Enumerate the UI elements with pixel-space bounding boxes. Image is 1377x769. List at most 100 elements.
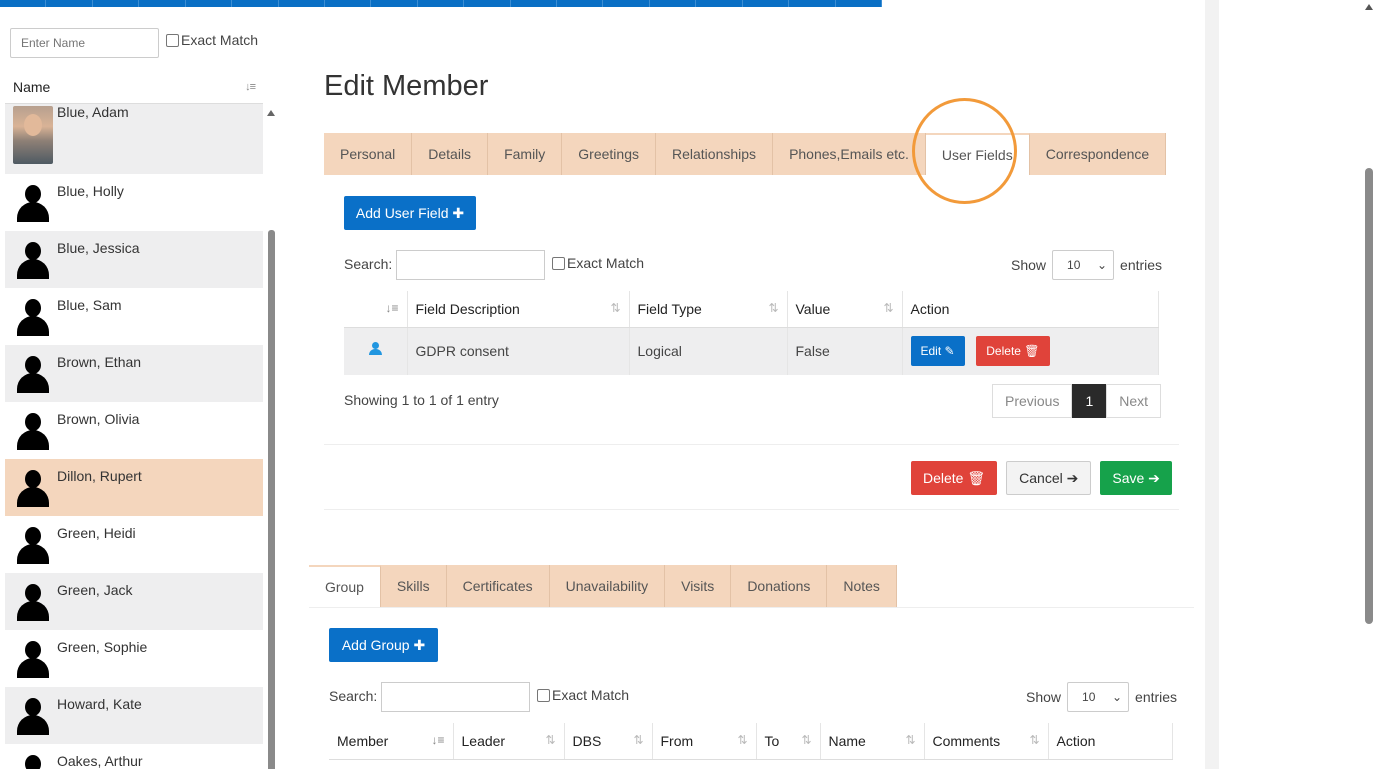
field-description-header[interactable]: Field Description ⇅ (407, 291, 630, 328)
delete-row-button[interactable]: Delete 🗑 (976, 336, 1050, 367)
sort-icon: ⇅ (768, 301, 779, 315)
list-item[interactable]: Brown, Olivia (5, 402, 263, 459)
edit-icon: ✎ (944, 344, 955, 359)
group-col-action-header: Action (1048, 723, 1173, 760)
column-label: Name (828, 732, 866, 749)
user-fields-search-input[interactable] (396, 250, 545, 280)
tab-skills[interactable]: Skills (380, 565, 447, 607)
tab-relationships[interactable]: Relationships (656, 133, 774, 175)
group-search-label: Search: (329, 688, 378, 704)
list-item[interactable]: Blue, Sam (5, 288, 263, 345)
delete-member-button[interactable]: Delete 🗑 (911, 461, 998, 495)
entries-length-control: Show 10 ⌄ entries (1011, 250, 1162, 280)
entries-select-value: 10 (1067, 258, 1081, 272)
person-silhouette-icon (13, 240, 53, 280)
show-label: Show (1011, 257, 1047, 273)
group-search-input[interactable] (381, 682, 530, 712)
next-page-button[interactable]: Next (1106, 384, 1162, 418)
page-1-button[interactable]: 1 (1072, 384, 1107, 418)
tab-correspondence[interactable]: Correspondence (1029, 133, 1167, 175)
list-item[interactable]: Blue, Adam (5, 104, 263, 174)
member-name: Brown, Olivia (57, 411, 140, 427)
tab-details[interactable]: Details (412, 133, 489, 175)
list-item[interactable]: Blue, Holly (5, 174, 263, 231)
field-type-header[interactable]: Field Type ⇅ (629, 291, 788, 328)
list-item[interactable]: Blue, Jessica (5, 231, 263, 288)
edit-button[interactable]: Edit ✎ (910, 336, 965, 367)
list-item[interactable]: Oakes, Arthur (5, 744, 263, 769)
tab-phones-emails-etc[interactable]: Phones,Emails etc. (773, 133, 926, 175)
left-exact-match-checkbox[interactable]: Exact Match (166, 32, 258, 48)
tab-visits[interactable]: Visits (665, 565, 732, 607)
tab-certificates[interactable]: Certificates (446, 565, 550, 607)
previous-page-button[interactable]: Previous (992, 384, 1073, 418)
table-header-row: ↓≡ Field Description ⇅ Field Type ⇅ Value ⇅… (344, 291, 1159, 328)
sort-icon: ⇅ (737, 733, 748, 747)
tab-donations[interactable]: Donations (731, 565, 828, 607)
entries-select[interactable]: 10 ⌄ (1052, 250, 1115, 280)
exact-match-label: Exact Match (567, 255, 645, 271)
list-item[interactable]: Green, Jack (5, 573, 263, 630)
scrollbar-thumb[interactable] (268, 230, 275, 769)
entries-label: entries (1135, 689, 1178, 705)
sort-asc-icon[interactable]: ↓≡ (245, 81, 256, 93)
column-label: To (764, 732, 780, 749)
checkbox-box[interactable] (552, 256, 565, 270)
list-item[interactable]: Brown, Ethan (5, 345, 263, 402)
person-silhouette-icon (13, 183, 53, 223)
tab-notes[interactable]: Notes (827, 565, 897, 607)
table-header-row: Member ↓≡ Leader ⇅ DBS ⇅ From ⇅ To ⇅ Name ⇅ Comments… (329, 723, 1173, 760)
name-search-input[interactable] (10, 28, 159, 58)
list-item[interactable]: Green, Sophie (5, 630, 263, 687)
member-name: Brown, Ethan (57, 354, 142, 370)
tab-group[interactable]: Group (309, 565, 381, 607)
person-silhouette-icon (13, 525, 53, 565)
name-column-header[interactable]: Name ↓≡ (5, 70, 263, 104)
tab-greetings[interactable]: Greetings (562, 133, 656, 175)
value-header[interactable]: Value ⇅ (787, 291, 903, 328)
sort-icon: ⇅ (545, 733, 556, 747)
page-scrollbar-thumb[interactable] (1365, 168, 1373, 624)
add-user-field-button[interactable]: Add User Field ✚ (344, 196, 476, 230)
tab-personal[interactable]: Personal (324, 133, 413, 175)
entries-label: entries (1120, 257, 1163, 273)
cancel-button[interactable]: Cancel ➔ (1006, 461, 1092, 495)
plus-icon: ✚ (452, 204, 465, 221)
tab-family[interactable]: Family (488, 133, 563, 175)
member-list-scrollbar[interactable] (264, 104, 278, 769)
icon-column-header[interactable]: ↓≡ (344, 291, 408, 328)
checkbox-box[interactable] (537, 688, 550, 702)
scroll-up-arrow-icon[interactable] (267, 110, 275, 116)
save-label: Save (1112, 470, 1145, 486)
user-fields-exact-match-checkbox[interactable]: Exact Match (552, 255, 644, 271)
page-scroll-up-icon[interactable] (1365, 4, 1373, 10)
checkbox-box[interactable] (166, 33, 179, 47)
group-col-member-header[interactable]: Member ↓≡ (329, 723, 454, 760)
save-button[interactable]: Save ➔ (1100, 461, 1172, 495)
group-entries-length-control: Show 10 ⌄ entries (1026, 682, 1177, 712)
add-group-button[interactable]: Add Group ✚ (329, 628, 438, 662)
list-item[interactable]: Howard, Kate (5, 687, 263, 744)
group-table: Member ↓≡ Leader ⇅ DBS ⇅ From ⇅ To ⇅ Name ⇅ Comments… (329, 723, 1173, 760)
group-col-name-header[interactable]: Name ⇅ (820, 723, 925, 760)
member-name: Blue, Holly (57, 183, 124, 199)
group-exact-match-checkbox[interactable]: Exact Match (537, 687, 629, 703)
group-tabs: Group Skills Certificates Unavailability Vis… (309, 565, 897, 607)
tab-unavailability[interactable]: Unavailability (549, 565, 666, 607)
sort-icon: ⇅ (633, 733, 644, 747)
list-item[interactable]: Green, Heidi (5, 516, 263, 573)
trash-icon: 🗑 (1024, 344, 1040, 359)
group-col-from-header[interactable]: From ⇅ (652, 723, 757, 760)
group-entries-select[interactable]: 10 ⌄ (1067, 682, 1130, 712)
group-col-comments-header[interactable]: Comments ⇅ (924, 723, 1049, 760)
list-item[interactable]: Dillon, Rupert (5, 459, 263, 516)
sort-icon: ⇅ (883, 301, 894, 315)
add-group-label: Add Group (341, 637, 410, 653)
sort-asc-icon: ↓≡ (385, 301, 399, 315)
member-name: Howard, Kate (57, 696, 142, 712)
group-col-dbs-header[interactable]: DBS ⇅ (564, 723, 653, 760)
group-col-to-header[interactable]: To ⇅ (756, 723, 821, 760)
group-col-leader-header[interactable]: Leader ⇅ (453, 723, 565, 760)
person-silhouette-icon (13, 696, 53, 736)
column-label: Field Description (415, 300, 520, 317)
